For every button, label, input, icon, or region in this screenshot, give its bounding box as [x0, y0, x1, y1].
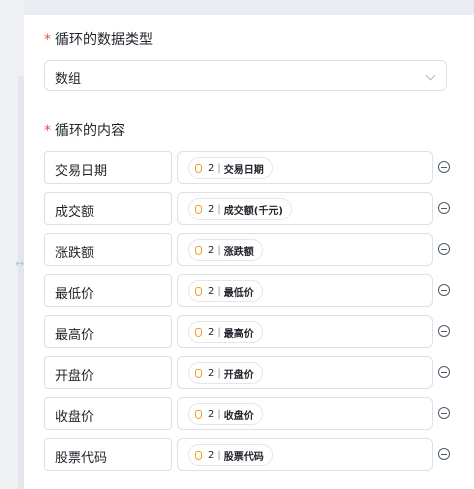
variable-icon	[195, 327, 202, 337]
data-type-label-text: 循环的数据类型	[55, 32, 153, 48]
field-value-input[interactable]: 2 | 成交额(千元)	[177, 192, 433, 225]
content-row: 收盘价 2 | 收盘价	[44, 397, 469, 430]
chevron-down-icon	[425, 70, 436, 81]
chip-variable-name: 最低价	[223, 287, 254, 299]
variable-chip[interactable]: 2 | 成交额(千元)	[188, 198, 292, 220]
variable-icon	[195, 409, 202, 419]
variable-icon	[195, 450, 202, 460]
chip-variable-name: 开盘价	[223, 369, 254, 381]
variable-chip[interactable]: 2 | 股票代码	[188, 444, 273, 466]
chip-node-number: 2	[208, 408, 215, 420]
minus-circle-icon[interactable]	[438, 202, 450, 214]
field-value-input[interactable]: 2 | 股票代码	[177, 438, 433, 471]
field-value-input[interactable]: 2 | 开盘价	[177, 356, 433, 389]
field-name-input[interactable]: 股票代码	[44, 438, 172, 471]
chip-node-number: 2	[208, 203, 215, 215]
loop-settings-panel: * 循环的数据类型 数组 * 循环的内容 交易日期 2 | 交易日期 成交额 2 | 成交额(千元…	[24, 15, 474, 489]
field-name-input[interactable]: 交易日期	[44, 151, 172, 184]
variable-chip[interactable]: 2 | 最低价	[188, 280, 263, 302]
variable-chip[interactable]: 2 | 最高价	[188, 321, 263, 343]
chip-variable-name: 最高价	[223, 328, 254, 340]
field-name-text: 交易日期	[55, 164, 108, 179]
field-name-text: 收盘价	[55, 410, 95, 425]
field-value-input[interactable]: 2 | 最低价	[177, 274, 433, 307]
field-value-input[interactable]: 2 | 涨跌额	[177, 233, 433, 266]
content-row: 开盘价 2 | 开盘价	[44, 356, 469, 389]
minus-circle-icon[interactable]	[438, 407, 450, 419]
field-name-input[interactable]: 最高价	[44, 315, 172, 348]
variable-icon	[195, 245, 202, 255]
drag-handle-icon[interactable]: ↔	[15, 257, 24, 270]
minus-circle-icon[interactable]	[438, 448, 450, 460]
variable-icon	[195, 204, 202, 214]
chip-variable-name: 涨跌额	[223, 246, 254, 258]
chip-node-number: 2	[208, 367, 215, 379]
chip-variable-name: 成交额(千元)	[223, 205, 283, 217]
content-row: 最高价 2 | 最高价	[44, 315, 469, 348]
chip-separator: |	[217, 326, 221, 338]
content-row: 交易日期 2 | 交易日期	[44, 151, 469, 184]
field-value-input[interactable]: 2 | 交易日期	[177, 151, 433, 184]
field-name-text: 成交额	[55, 205, 95, 220]
content-row: 股票代码 2 | 股票代码	[44, 438, 469, 471]
chip-variable-name: 股票代码	[223, 451, 264, 463]
chip-separator: |	[217, 203, 221, 215]
data-type-value: 数组	[55, 72, 82, 87]
loop-content-label-text: 循环的内容	[55, 123, 125, 139]
variable-icon	[195, 368, 202, 378]
variable-icon	[195, 286, 202, 296]
content-row: 成交额 2 | 成交额(千元)	[44, 192, 469, 225]
minus-circle-icon[interactable]	[438, 161, 450, 173]
content-row: 涨跌额 2 | 涨跌额	[44, 233, 469, 266]
chip-separator: |	[217, 367, 221, 379]
variable-chip[interactable]: 2 | 涨跌额	[188, 239, 263, 261]
field-name-input[interactable]: 开盘价	[44, 356, 172, 389]
field-name-text: 涨跌额	[55, 246, 95, 261]
minus-circle-icon[interactable]	[438, 366, 450, 378]
field-name-input[interactable]: 涨跌额	[44, 233, 172, 266]
minus-circle-icon[interactable]	[438, 325, 450, 337]
chip-node-number: 2	[208, 244, 215, 256]
field-value-input[interactable]: 2 | 最高价	[177, 315, 433, 348]
field-name-input[interactable]: 收盘价	[44, 397, 172, 430]
field-name-input[interactable]: 最低价	[44, 274, 172, 307]
chip-node-number: 2	[208, 449, 215, 461]
chip-separator: |	[217, 162, 221, 174]
top-bar	[24, 0, 474, 15]
data-type-select[interactable]: 数组	[44, 60, 447, 91]
variable-chip[interactable]: 2 | 开盘价	[188, 362, 263, 384]
chip-separator: |	[217, 408, 221, 420]
field-name-input[interactable]: 成交额	[44, 192, 172, 225]
variable-chip[interactable]: 2 | 交易日期	[188, 157, 273, 179]
chip-node-number: 2	[208, 326, 215, 338]
minus-circle-icon[interactable]	[438, 284, 450, 296]
field-name-text: 最低价	[55, 287, 95, 302]
chip-variable-name: 交易日期	[223, 164, 264, 176]
chip-node-number: 2	[208, 285, 215, 297]
chip-separator: |	[217, 449, 221, 461]
chip-separator: |	[217, 244, 221, 256]
field-name-text: 最高价	[55, 328, 95, 343]
chip-node-number: 2	[208, 162, 215, 174]
field-name-text: 开盘价	[55, 369, 95, 384]
content-row: 最低价 2 | 最低价	[44, 274, 469, 307]
required-mark: *	[44, 32, 51, 48]
variable-chip[interactable]: 2 | 收盘价	[188, 403, 263, 425]
chip-separator: |	[217, 285, 221, 297]
loop-content-label: * 循环的内容	[44, 120, 125, 140]
variable-icon	[195, 163, 202, 173]
field-name-text: 股票代码	[55, 451, 108, 466]
chip-variable-name: 收盘价	[223, 410, 254, 422]
minus-circle-icon[interactable]	[438, 243, 450, 255]
required-mark: *	[44, 123, 51, 139]
data-type-label: * 循环的数据类型	[44, 29, 153, 49]
field-value-input[interactable]: 2 | 收盘价	[177, 397, 433, 430]
